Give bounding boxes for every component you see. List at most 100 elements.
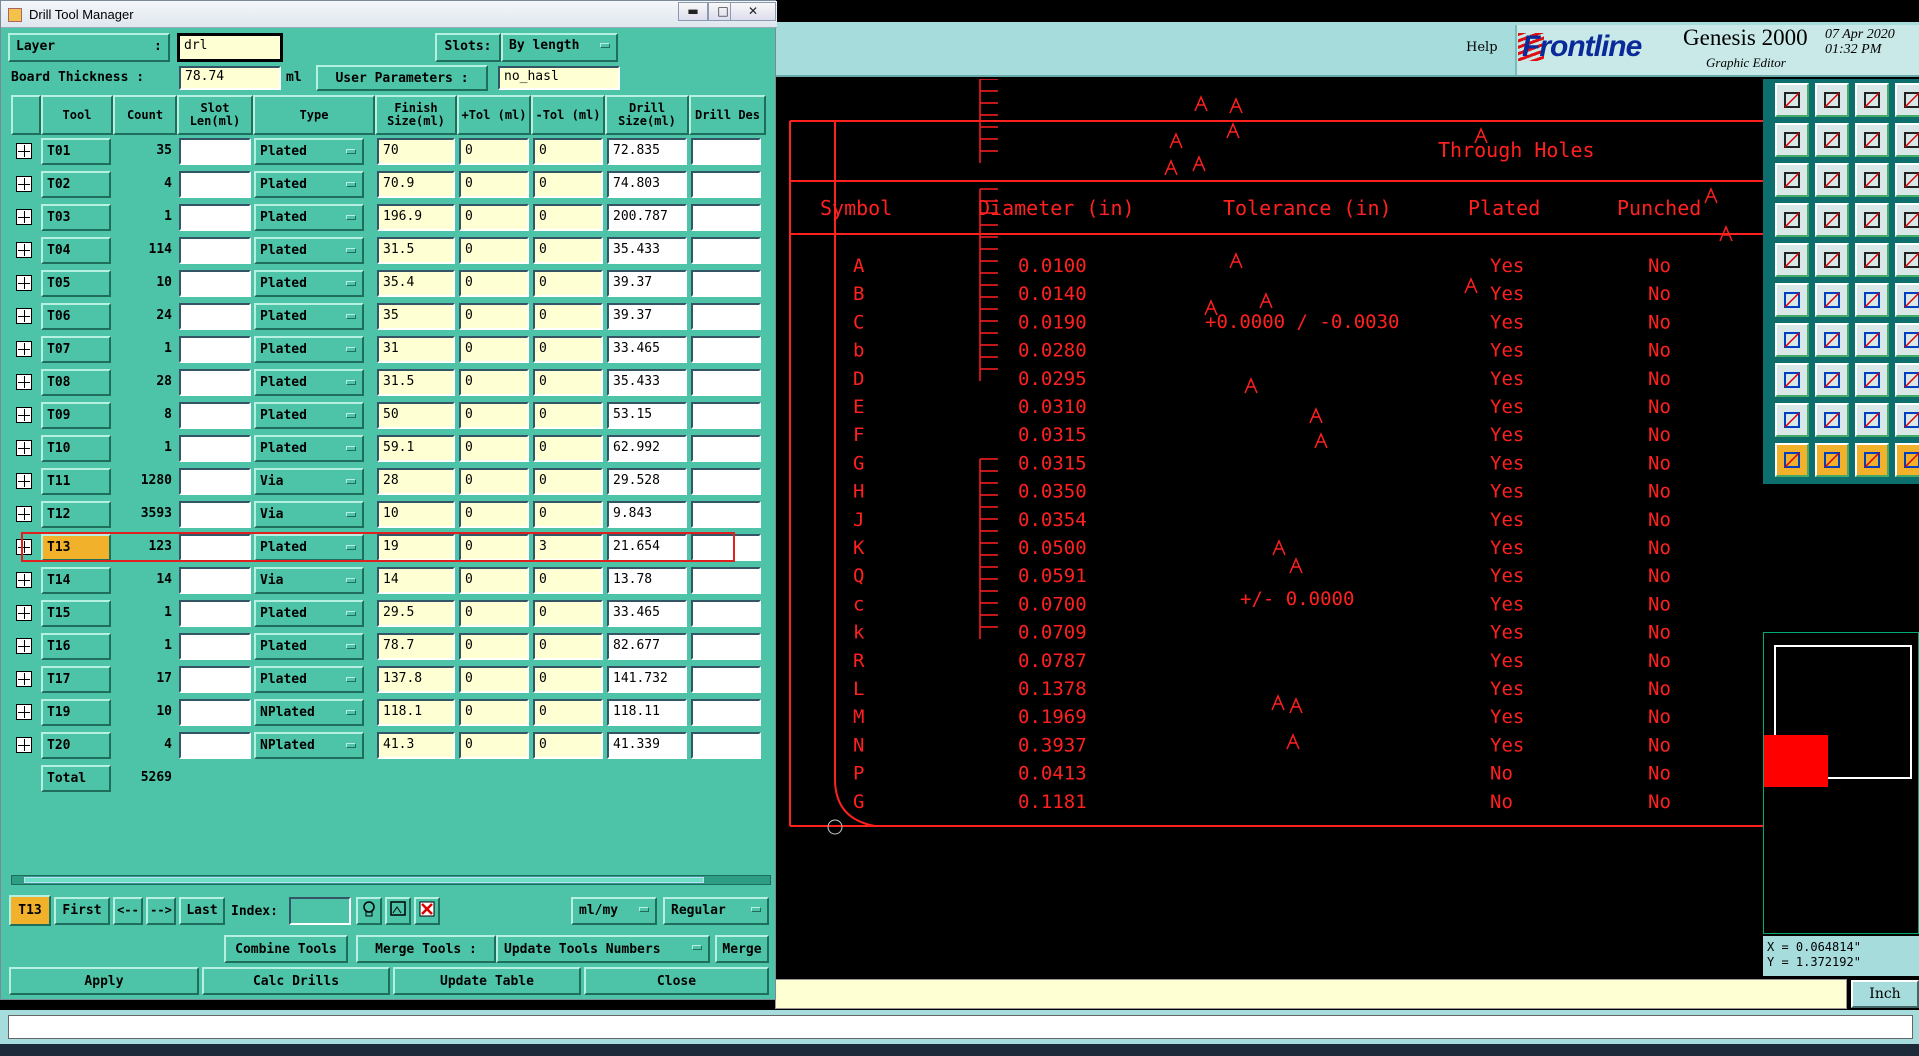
tool-button[interactable]: T12 [41,501,111,528]
plus-tol-input[interactable]: 0 [459,633,529,660]
tool-button[interactable]: T19 [41,699,111,726]
drill-size-input[interactable]: 53.15 [607,402,687,429]
peak-icon[interactable] [1815,403,1849,437]
finish-size-input[interactable]: 14 [377,567,455,594]
drill-des-input[interactable] [691,534,761,561]
type-dropdown[interactable]: Plated [254,369,364,396]
plus-tol-input[interactable]: 0 [459,501,529,528]
select-box-icon[interactable] [1775,243,1809,277]
slot-len-input[interactable] [179,534,251,561]
slot-len-input[interactable] [179,402,251,429]
expand-icon[interactable] [16,605,32,621]
plus-tol-input[interactable]: 0 [459,303,529,330]
plus-tol-input[interactable]: 0 [459,666,529,693]
expand-icon[interactable] [16,275,32,291]
expand-icon[interactable] [16,440,32,456]
curve-icon[interactable] [1895,403,1919,437]
type-dropdown[interactable]: Via [254,501,364,528]
minus-tol-input[interactable]: 3 [533,534,603,561]
minus-tol-input[interactable]: 0 [533,270,603,297]
drill-size-input[interactable]: 74.803 [607,171,687,198]
horizontal-scrollbar[interactable] [11,875,771,885]
plus-tol-input[interactable]: 0 [459,567,529,594]
expand-icon[interactable] [16,176,32,192]
tool-button[interactable]: T14 [41,567,111,594]
table-row[interactable]: T20 4 NPlated 41.3 0 0 41.339 [11,729,766,762]
type-dropdown[interactable]: Plated [254,600,364,627]
export-icon[interactable] [1815,123,1849,157]
type-dropdown[interactable]: Plated [254,303,364,330]
slot-len-input[interactable] [179,204,251,231]
measure-icon[interactable] [1895,203,1919,237]
table-row[interactable]: T17 17 Plated 137.8 0 0 141.732 [11,663,766,696]
slot-len-input[interactable] [179,138,251,165]
drill-size-input[interactable]: 118.11 [607,699,687,726]
tool-button[interactable]: T09 [41,402,111,429]
expand-icon[interactable] [16,737,32,753]
node-icon[interactable] [1775,283,1809,317]
tool-button[interactable]: T05 [41,270,111,297]
snap-icon[interactable] [1855,203,1889,237]
finish-size-input[interactable]: 29.5 [377,600,455,627]
plus-tol-input[interactable]: 0 [459,534,529,561]
units-button[interactable]: Inch [1851,980,1919,1008]
tool-button[interactable]: T13 [41,534,111,561]
angle-icon[interactable] [1815,323,1849,357]
line-icon[interactable] [1775,323,1809,357]
slot-len-input[interactable] [179,369,251,396]
index-field[interactable] [289,897,351,925]
minus-tol-input[interactable]: 0 [533,369,603,396]
type-dropdown[interactable]: NPlated [254,699,364,726]
home-icon[interactable] [1855,83,1889,117]
finish-size-input[interactable]: 41.3 [377,732,455,759]
finish-size-input[interactable]: 196.9 [377,204,455,231]
type-dropdown[interactable]: Plated [254,171,364,198]
delete-icon[interactable] [414,897,440,925]
apply-button[interactable]: Apply [9,967,199,995]
type-dropdown[interactable]: Plated [254,270,364,297]
arc-icon[interactable] [1855,323,1889,357]
drill-size-input[interactable]: 82.677 [607,633,687,660]
slot-len-input[interactable] [179,237,251,264]
drill-des-input[interactable] [691,237,761,264]
connect-icon[interactable] [1895,283,1919,317]
plus-tol-input[interactable]: 0 [459,237,529,264]
expand-icon[interactable] [16,572,32,588]
merge-button[interactable]: Merge [715,935,769,963]
zoom-icon[interactable] [1815,163,1849,197]
group-icon[interactable] [1895,363,1919,397]
cross-icon[interactable] [1815,283,1849,317]
slot-len-input[interactable] [179,666,251,693]
prev-button[interactable]: <-- [113,897,143,925]
type-dropdown[interactable]: Plated [254,138,364,165]
drill-des-input[interactable] [691,303,761,330]
slot-len-input[interactable] [179,468,251,495]
type-dropdown[interactable]: Plated [254,204,364,231]
type-dropdown[interactable]: Plated [254,435,364,462]
last-button[interactable]: Last [179,897,225,925]
bulb-icon[interactable] [356,897,382,925]
finish-size-input[interactable]: 31 [377,336,455,363]
minimize-button[interactable]: ▬ [678,2,708,21]
image-icon[interactable] [385,897,411,925]
type-dropdown[interactable]: Plated [254,336,364,363]
pointer-edit-icon[interactable] [1855,443,1889,477]
plus-tol-input[interactable]: 0 [459,336,529,363]
finish-size-input[interactable]: 59.1 [377,435,455,462]
drill-des-input[interactable] [691,600,761,627]
save-icon[interactable] [1815,83,1849,117]
slot-len-input[interactable] [179,336,251,363]
drill-des-input[interactable] [691,138,761,165]
layers-icon[interactable] [1895,83,1919,117]
tool-button[interactable]: T07 [41,336,111,363]
text-icon[interactable] [1895,323,1919,357]
tool-button[interactable]: T16 [41,633,111,660]
table-row[interactable]: T03 1 Plated 196.9 0 0 200.787 [11,201,766,234]
expand-icon[interactable] [16,341,32,357]
align-icon[interactable] [1855,363,1889,397]
triangle-icon[interactable] [1775,403,1809,437]
drill-des-input[interactable] [691,501,761,528]
finish-size-input[interactable]: 35 [377,303,455,330]
finish-size-input[interactable]: 70.9 [377,171,455,198]
tool-button[interactable]: T10 [41,435,111,462]
